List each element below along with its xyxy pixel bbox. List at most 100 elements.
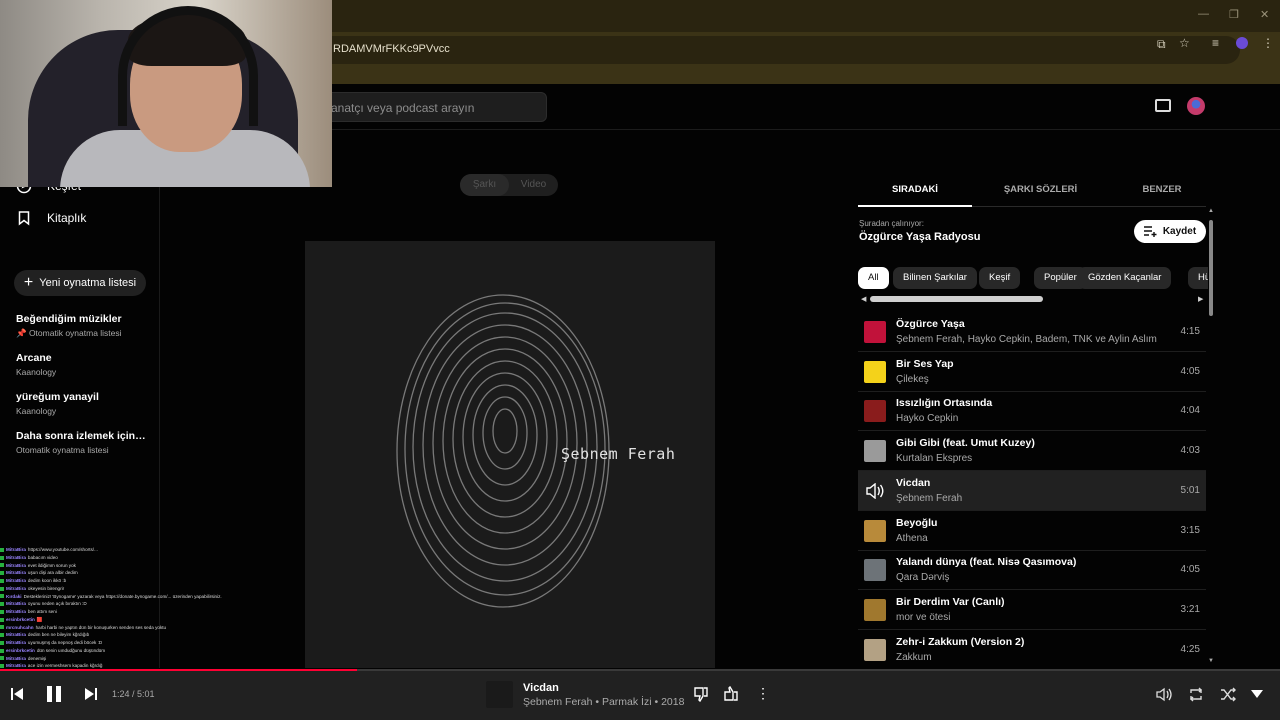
browser-menu-icon[interactable]: ⋮ — [1262, 36, 1274, 50]
queue-item[interactable]: Vicdan Şebnem Ferah 5:01 — [858, 470, 1206, 511]
queue-item-duration: 4:05 — [1180, 365, 1200, 377]
playing-from-label: Şuradan çalınıyor: — [859, 219, 924, 228]
chat-username: MitraBira — [6, 585, 26, 591]
chat-message: mrcnuhcahn harbi harbi ne yaptın dün bir … — [0, 624, 232, 632]
new-playlist-button[interactable]: + Yeni oynatma listesi — [14, 270, 146, 296]
shuffle-icon[interactable] — [1220, 687, 1236, 702]
chat-text: uyumuşmş da nepnoş dedi böcek :D — [27, 640, 103, 645]
queue-scrollbar-thumb[interactable] — [1209, 220, 1213, 316]
queue-item[interactable]: Bir Ses Yap Çilekeş 4:05 — [858, 352, 1206, 392]
chips-scroll-left-icon[interactable]: ◀ — [861, 295, 866, 303]
new-playlist-label: Yeni oynatma listesi — [39, 277, 137, 289]
chat-message: MitraBira babacım video — [0, 554, 232, 562]
queue-item[interactable]: Issızlığın Ortasında Hayko Cepkin 4:04 — [858, 391, 1206, 432]
sidebar-playlist-item[interactable]: Beğendiğim müzikler 📌 Otomatik oynatma l… — [16, 313, 148, 339]
tab-up-next[interactable]: SIRADAKİ — [858, 176, 972, 207]
queue-item-title: Yalandı dünya (feat. Nisə Qasımova) — [896, 556, 1077, 569]
bookmark-star-icon[interactable]: ☆ — [1179, 36, 1190, 50]
chip-sadness[interactable]: Hüzün — [1188, 267, 1208, 289]
chat-badge-icon — [0, 547, 4, 552]
toggle-song[interactable]: Şarkı — [460, 174, 509, 196]
chat-username: MitraBira — [6, 547, 26, 552]
queue-item-thumbnail — [864, 360, 886, 383]
scroll-up-icon[interactable]: ▲ — [1208, 208, 1214, 214]
chat-message: MitraBira dedim koon ikkö :b — [0, 577, 232, 585]
chat-username: MitraBira — [6, 554, 26, 560]
chat-badge-icon — [0, 586, 4, 591]
toggle-video[interactable]: Video — [509, 174, 558, 196]
chat-username: MitraBira — [6, 655, 26, 661]
now-playing-title[interactable]: Vicdan — [523, 682, 559, 694]
song-video-toggle[interactable]: Şarkı Video — [460, 174, 558, 196]
chat-message: ersinbrkcetin 🟥 — [0, 616, 232, 624]
more-options-icon[interactable]: ⋮ — [756, 685, 770, 702]
cast-icon[interactable] — [1155, 99, 1171, 112]
save-button[interactable]: Kaydet — [1134, 220, 1206, 243]
chat-text: 🟥 — [36, 616, 43, 622]
minimize-icon[interactable]: — — [1198, 8, 1209, 20]
chips-scrollbar[interactable] — [870, 296, 1043, 302]
queue-item[interactable]: Yalandı dünya (feat. Nisə Qasımova) Qara … — [858, 550, 1206, 591]
repeat-icon[interactable] — [1188, 687, 1204, 702]
chat-badge-icon — [0, 602, 4, 607]
chat-username: MitraBira — [6, 632, 26, 638]
sidebar-item-library[interactable]: Kitaplık — [16, 210, 86, 226]
sidebar-playlist-item[interactable]: Arcane Kaanology — [16, 352, 148, 377]
search-input[interactable]: anatçı veya podcast arayın — [300, 92, 547, 122]
expand-player-icon[interactable] — [1250, 689, 1264, 699]
next-icon[interactable] — [84, 687, 98, 701]
volume-icon[interactable] — [1156, 687, 1172, 702]
queue-item[interactable]: Beyoğlu Athena 3:15 — [858, 511, 1206, 551]
bookmark-icon — [18, 211, 30, 226]
address-bar[interactable]: RDAMVMrFKKc9PVvcc — [300, 36, 1240, 64]
playlist-subtitle: Kaanology — [16, 406, 57, 416]
chat-badge-icon — [0, 555, 4, 560]
chat-message: Kırdaki Destekleriniz! 'Bynogame' yazarak… — [0, 593, 232, 601]
scroll-down-icon[interactable]: ▼ — [1208, 658, 1214, 664]
queue-item-artist: Kurtalan Ekspres — [896, 453, 973, 465]
playlist-title: Beğendiğim müzikler — [16, 313, 122, 325]
chat-username: MitraBira — [6, 640, 26, 645]
chat-message: MitraBira evet ildiğimm sorun yok — [0, 562, 232, 570]
queue-item[interactable]: Bir Derdim Var (Canlı) mor ve ötesi 3:21 — [858, 590, 1206, 630]
queue-item[interactable]: Zehr-i Zakkum (Version 2) Zakkum 4:25 — [858, 630, 1206, 668]
sidebar-item-label: Kitaplık — [47, 211, 87, 225]
chat-text: evet ildiğimm sorun yok — [27, 562, 76, 568]
chat-message: MitraBira oyunu neden açık bıraktın :D — [0, 600, 232, 608]
queue-item-title: Zehr-i Zakkum (Version 2) — [896, 635, 1025, 648]
queue-item[interactable]: Gibi Gibi (feat. Umut Kuzey) Kurtalan Eks… — [858, 431, 1206, 472]
chat-username: mrcnuhcahn — [6, 624, 34, 630]
queue-item-duration: 4:15 — [1180, 326, 1200, 337]
chip-discover[interactable]: Keşif — [979, 267, 1021, 289]
queue-item-duration: 4:25 — [1180, 643, 1200, 655]
chat-text: uşun dişi ara albir dedim — [27, 570, 78, 576]
avatar[interactable] — [1187, 97, 1205, 115]
like-icon[interactable] — [724, 686, 738, 701]
previous-icon[interactable] — [10, 687, 24, 701]
chat-text: https://www.youtube.com/shorts/... — [27, 547, 98, 552]
sidebar-playlist-item[interactable]: yüreğum yanayil Kaanology — [16, 391, 148, 416]
profile-icon[interactable] — [1236, 37, 1248, 49]
dislike-icon[interactable] — [694, 687, 708, 702]
search-placeholder: anatçı veya podcast arayın — [331, 101, 475, 115]
chip-all[interactable]: All — [858, 267, 889, 289]
queue-item-title: Bir Derdim Var (Canlı) — [896, 595, 1005, 608]
media-controls-icon[interactable]: ≡ — [1212, 36, 1219, 50]
install-app-icon[interactable]: ⧉ — [1157, 37, 1166, 52]
chip-known-songs[interactable]: Bilinen Şarkılar — [893, 267, 977, 289]
app-root: — ❐ ✕ RDAMVMrFKKc9PVvcc ⧉ ☆ ≡ ⋮ anatçı v… — [0, 0, 1280, 720]
chat-message: MitraBira uşun dişi ara albir dedim — [0, 569, 232, 577]
pause-icon[interactable] — [44, 684, 64, 704]
restore-icon[interactable]: ❐ — [1229, 8, 1239, 21]
tab-lyrics[interactable]: ŞARKI SÖZLERİ — [983, 176, 1098, 207]
time-display: 1:24 / 5:01 — [112, 689, 155, 699]
now-playing-subtitle[interactable]: Şebnem Ferah • Parmak İzi • 2018 — [523, 696, 684, 708]
tab-related[interactable]: BENZER — [1110, 176, 1214, 207]
chip-overlooked[interactable]: Gözden Kaçanlar — [1078, 267, 1172, 289]
chat-username: MitraBira — [6, 562, 26, 568]
chips-scroll-right-icon[interactable]: ▶ — [1198, 295, 1203, 303]
address-bar-url: RDAMVMrFKKc9PVvcc — [333, 43, 450, 55]
sidebar-playlist-item[interactable]: Daha sonra izlemek için kayd... Otomatik… — [16, 430, 148, 455]
queue-item[interactable]: Özgürce Yaşa Şebnem Ferah, Hayko Cepkin, … — [858, 312, 1206, 352]
close-icon[interactable]: ✕ — [1260, 8, 1269, 21]
